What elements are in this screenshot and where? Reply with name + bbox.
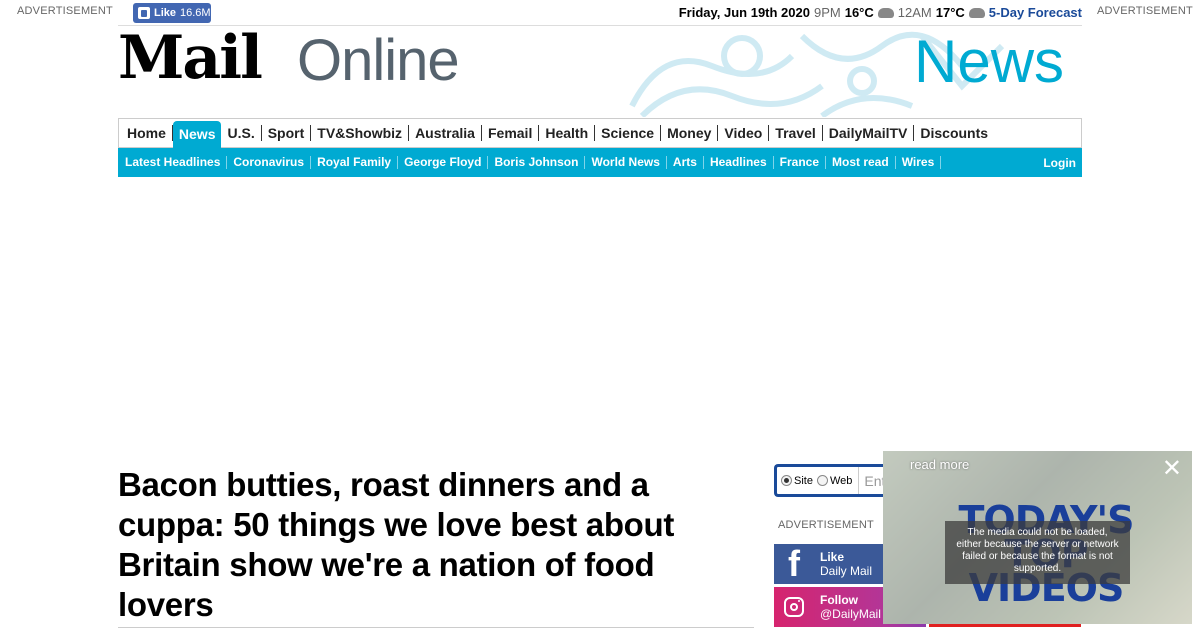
facebook-handle: Daily Mail — [820, 564, 873, 578]
nav-item-health[interactable]: Health — [539, 125, 596, 141]
advertisement-label: ADVERTISEMENT — [1097, 5, 1193, 17]
nav-item-tvshowbiz[interactable]: TV&Showbiz — [311, 125, 410, 141]
instagram-icon — [774, 587, 814, 627]
facebook-icon: f — [788, 544, 800, 584]
search-scope-site-label: Site — [794, 474, 813, 487]
article-headline: Bacon butties, roast dinners and a cuppa… — [118, 466, 675, 623]
subnav-item-boris-johnson[interactable]: Boris Johnson — [488, 156, 586, 169]
subnav-item-latest-headlines[interactable]: Latest Headlines — [119, 156, 228, 169]
search-scope-web-label: Web — [829, 474, 853, 487]
nav-item-home[interactable]: Home — [121, 125, 173, 141]
weather-bar: Friday, Jun 19th 2020 9PM 16°C 12AM 17°C… — [679, 5, 1082, 20]
subnav-item-wires[interactable]: Wires — [896, 156, 942, 169]
subnav-item-royal-family[interactable]: Royal Family — [311, 156, 399, 169]
nav-item-news[interactable]: News — [172, 120, 222, 148]
subnav-item-arts[interactable]: Arts — [667, 156, 704, 169]
five-day-forecast-link[interactable]: 5-Day Forecast — [989, 5, 1082, 20]
facebook-follow-text: Like Daily Mail — [814, 550, 872, 578]
advertisement-label: ADVERTISEMENT — [17, 5, 113, 17]
nav-item-money[interactable]: Money — [661, 125, 719, 141]
nav-item-discounts[interactable]: Discounts — [914, 125, 994, 141]
subnav-item-headlines[interactable]: Headlines — [704, 156, 774, 169]
online-logo[interactable]: Online — [297, 32, 460, 90]
nav-item-dailymailtv[interactable]: DailyMailTV — [823, 125, 915, 141]
cloud-icon — [968, 7, 985, 18]
primary-nav: Home News U.S. Sport TV&Showbiz Australi… — [118, 118, 1082, 148]
nav-item-science[interactable]: Science — [595, 125, 662, 141]
search-scope-site-radio[interactable] — [781, 475, 792, 486]
instagram-handle: @DailyMail — [820, 607, 881, 621]
forecast-temp-2: 17°C — [935, 5, 965, 20]
mail-logo[interactable]: Mail — [118, 28, 263, 88]
cloud-icon — [877, 7, 894, 18]
nav-item-video[interactable]: Video — [718, 125, 770, 141]
subnav-item-world-news[interactable]: World News — [585, 156, 667, 169]
read-more-link[interactable]: read more — [910, 457, 969, 472]
facebook-action: Like — [820, 550, 845, 564]
facebook-like-button[interactable]: Like 16.6M — [133, 3, 211, 23]
forecast-temp-1: 16°C — [844, 5, 874, 20]
facebook-like-count: 16.6M — [180, 7, 211, 19]
subnav-item-george-floyd[interactable]: George Floyd — [398, 156, 489, 169]
instagram-action: Follow — [820, 593, 858, 607]
video-error-message: The media could not be loaded, either be… — [945, 521, 1130, 584]
search-scope-web-radio[interactable] — [816, 475, 828, 486]
subnav-item-coronavirus[interactable]: Coronavirus — [227, 156, 312, 169]
facebook-follow-button[interactable]: f Like Daily Mail — [774, 544, 884, 584]
subnav-item-most-read[interactable]: Most read — [826, 156, 896, 169]
advertisement-label: ADVERTISEMENT — [778, 519, 874, 531]
forecast-time-2: 12AM — [897, 5, 932, 20]
thumbs-up-icon — [138, 7, 150, 19]
nav-item-sport[interactable]: Sport — [262, 125, 312, 141]
search-input[interactable]: Ent — [858, 467, 885, 494]
current-date: Friday, Jun 19th 2020 — [678, 5, 810, 20]
forecast-time-1: 9PM — [813, 5, 841, 20]
subnav-item-france[interactable]: France — [774, 156, 826, 169]
nav-item-australia[interactable]: Australia — [409, 125, 482, 141]
search-box: Site Web Ent — [774, 464, 894, 497]
close-icon[interactable]: ✕ — [1162, 457, 1182, 481]
secondary-nav: Latest Headlines Coronavirus Royal Famil… — [118, 148, 1082, 177]
channel-title: News — [914, 28, 1065, 95]
nav-item-us[interactable]: U.S. — [221, 125, 262, 141]
instagram-follow-text: Follow @DailyMail — [814, 593, 881, 621]
login-link[interactable]: Login — [1043, 156, 1082, 170]
headline-divider — [118, 627, 754, 628]
floating-video-player[interactable]: read more ✕ TODAY'S TOP VIDEOS The media… — [883, 451, 1192, 624]
nav-item-femail[interactable]: Femail — [482, 125, 540, 141]
nav-item-travel[interactable]: Travel — [769, 125, 823, 141]
facebook-like-label: Like — [154, 7, 177, 19]
